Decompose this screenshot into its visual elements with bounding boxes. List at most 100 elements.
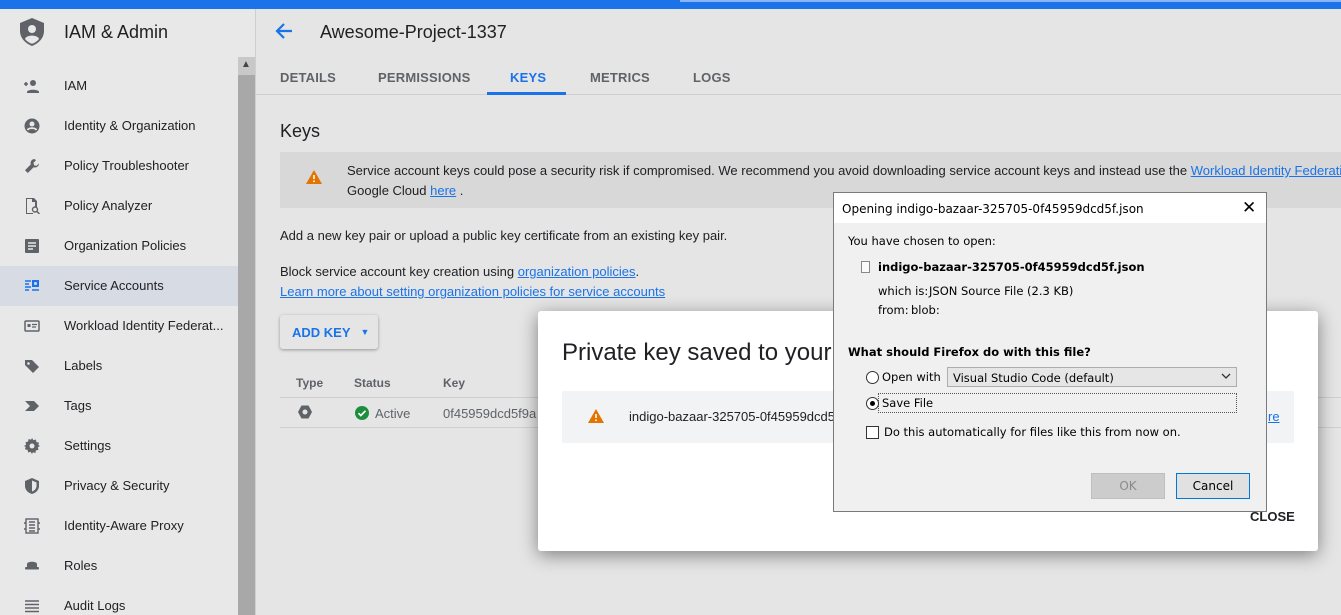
sidebar-item-label: Organization Policies bbox=[64, 238, 187, 253]
proxy-icon bbox=[24, 518, 40, 534]
active-tab-indicator bbox=[487, 92, 566, 95]
chevron-down-icon bbox=[1221, 373, 1231, 379]
saved-file-name: indigo-bazaar-325705-0f45959dcd5 bbox=[629, 409, 835, 424]
iam-shield-logo-icon bbox=[20, 18, 44, 46]
workload-identity-link[interactable]: Workload Identity Federatio bbox=[1191, 163, 1341, 178]
service-account-icon bbox=[25, 280, 39, 291]
sidebar-item-policy-analyzer[interactable]: Policy Analyzer bbox=[0, 186, 238, 226]
column-header-status[interactable]: Status bbox=[354, 376, 391, 390]
back-arrow-icon[interactable] bbox=[274, 21, 294, 41]
page-title: Awesome-Project-1337 bbox=[320, 22, 507, 42]
sidebar-item-roles[interactable]: Roles bbox=[0, 546, 238, 586]
scroll-up-icon[interactable]: ▲ bbox=[241, 59, 251, 70]
sidebar-item-label: IAM bbox=[64, 78, 88, 93]
list-doc-icon bbox=[25, 239, 39, 253]
sidebar-item-privacy-security[interactable]: Privacy & Security bbox=[0, 466, 238, 506]
id-card-icon bbox=[24, 320, 40, 332]
sidebar-item-workload-identity-federation[interactable]: Workload Identity Federat... bbox=[0, 306, 238, 346]
tab-details[interactable]: DETAILS bbox=[280, 70, 336, 85]
save-file-radio[interactable] bbox=[866, 397, 879, 410]
sidebar-item-settings[interactable]: Settings bbox=[0, 426, 238, 466]
file-type-value: JSON Source File (2.3 KB) bbox=[929, 284, 1074, 298]
tag-chevron-icon bbox=[25, 401, 39, 411]
learn-more-link[interactable]: Learn more about setting organization po… bbox=[280, 284, 665, 299]
product-title: IAM & Admin bbox=[64, 22, 169, 42]
block-text: Block service account key creation using bbox=[280, 264, 518, 279]
person-add-icon bbox=[24, 80, 39, 93]
add-key-label: ADD KEY bbox=[292, 324, 351, 340]
open-with-radio[interactable] bbox=[866, 371, 879, 384]
dialog-titlebar: Opening indigo-bazaar-325705-0f45959dcd5… bbox=[834, 193, 1266, 223]
list-lines-icon bbox=[25, 600, 39, 613]
sidebar-item-label: Audit Logs bbox=[64, 598, 126, 613]
tab-metrics[interactable]: METRICS bbox=[590, 70, 650, 85]
sidebar: IAM & Admin IAM Identity & Organization … bbox=[0, 9, 256, 615]
sidebar-scrollbar-thumb[interactable] bbox=[238, 75, 255, 615]
firefox-open-file-dialog: Opening indigo-bazaar-325705-0f45959dcd5… bbox=[833, 192, 1267, 512]
tab-permissions[interactable]: PERMISSIONS bbox=[378, 70, 471, 85]
auto-checkbox[interactable] bbox=[866, 426, 879, 439]
sidebar-item-label: Policy Troubleshooter bbox=[64, 158, 190, 173]
wrench-icon bbox=[25, 159, 39, 173]
sidebar-item-identity-aware-proxy[interactable]: Identity-Aware Proxy bbox=[0, 506, 238, 546]
sidebar-item-iam[interactable]: IAM bbox=[0, 66, 238, 106]
file-icon bbox=[861, 261, 870, 273]
keys-heading: Keys bbox=[280, 121, 321, 141]
sidebar-item-label: Settings bbox=[64, 438, 111, 453]
auto-checkbox-label[interactable]: Do this automatically for files like thi… bbox=[884, 425, 1181, 439]
tab-bar: DETAILS PERMISSIONS KEYS METRICS LOGS bbox=[256, 57, 1341, 95]
organization-policies-link[interactable]: organization policies bbox=[518, 264, 636, 279]
key-type-icon bbox=[298, 405, 312, 419]
sidebar-item-label: Roles bbox=[64, 558, 98, 573]
which-is-label: which is: bbox=[878, 284, 929, 298]
here-link[interactable]: here bbox=[430, 183, 456, 198]
sidebar-item-label: Service Accounts bbox=[64, 278, 164, 293]
from-value: blob: bbox=[911, 303, 940, 317]
sidebar-item-label: Identity-Aware Proxy bbox=[64, 518, 184, 533]
sidebar-nav: IAM Identity & Organization Policy Troub… bbox=[0, 66, 238, 615]
chosen-text: You have chosen to open: bbox=[848, 234, 996, 248]
sidebar-item-audit-logs[interactable]: Audit Logs bbox=[0, 586, 238, 615]
warning-text: . bbox=[456, 183, 464, 198]
sidebar-item-tags[interactable]: Tags bbox=[0, 386, 238, 426]
page-header: Awesome-Project-1337 bbox=[256, 9, 1341, 57]
tab-logs[interactable]: LOGS bbox=[693, 70, 731, 85]
sidebar-item-service-accounts[interactable]: Service Accounts bbox=[0, 266, 238, 306]
question-text: What should Firefox do with this file? bbox=[848, 345, 1091, 359]
dialog-title: Private key saved to your c bbox=[562, 339, 851, 366]
file-name: indigo-bazaar-325705-0f45959dcd5f.json bbox=[878, 260, 1145, 274]
browser-top-strip bbox=[0, 0, 1341, 9]
from-label: from: bbox=[878, 303, 909, 317]
open-with-select[interactable]: Visual Studio Code (default) bbox=[947, 367, 1237, 387]
sidebar-item-identity-organization[interactable]: Identity & Organization bbox=[0, 106, 238, 146]
sidebar-item-label: Workload Identity Federat... bbox=[64, 318, 224, 333]
block-key-text: Block service account key creation using… bbox=[280, 264, 639, 279]
sidebar-header: IAM & Admin bbox=[0, 9, 256, 57]
block-text-end: . bbox=[635, 264, 640, 279]
learn-more-wrapper: Learn more about setting organization po… bbox=[280, 284, 665, 299]
warning-text-line2: Google Cloud here . bbox=[347, 183, 463, 198]
add-key-button[interactable]: ADD KEY ▼ bbox=[280, 315, 378, 349]
key-status: Active bbox=[375, 406, 411, 421]
sidebar-item-labels[interactable]: Labels bbox=[0, 346, 238, 386]
key-id: 0f45959dcd5f9a bbox=[443, 406, 537, 421]
label-icon bbox=[25, 360, 39, 373]
save-file-label[interactable]: Save File bbox=[882, 396, 933, 410]
close-icon[interactable]: ✕ bbox=[1242, 198, 1256, 218]
gear-icon bbox=[24, 438, 40, 454]
column-header-type[interactable]: Type bbox=[296, 376, 323, 390]
column-header-key[interactable]: Key bbox=[443, 376, 465, 390]
roles-hat-icon bbox=[25, 561, 39, 570]
sidebar-item-label: Tags bbox=[64, 398, 92, 413]
sidebar-item-organization-policies[interactable]: Organization Policies bbox=[0, 226, 238, 266]
warning-icon bbox=[306, 170, 322, 184]
open-with-label[interactable]: Open with bbox=[882, 370, 941, 384]
sidebar-scrollbar[interactable]: ▲ bbox=[238, 57, 255, 615]
sidebar-item-label: Identity & Organization bbox=[64, 118, 196, 133]
sidebar-item-policy-troubleshooter[interactable]: Policy Troubleshooter bbox=[0, 146, 238, 186]
learn-more-link[interactable]: re bbox=[1268, 409, 1280, 424]
ok-button[interactable]: OK bbox=[1091, 473, 1165, 499]
account-circle-icon bbox=[24, 118, 40, 134]
cancel-button[interactable]: Cancel bbox=[1176, 473, 1250, 499]
tab-keys[interactable]: KEYS bbox=[510, 70, 546, 85]
